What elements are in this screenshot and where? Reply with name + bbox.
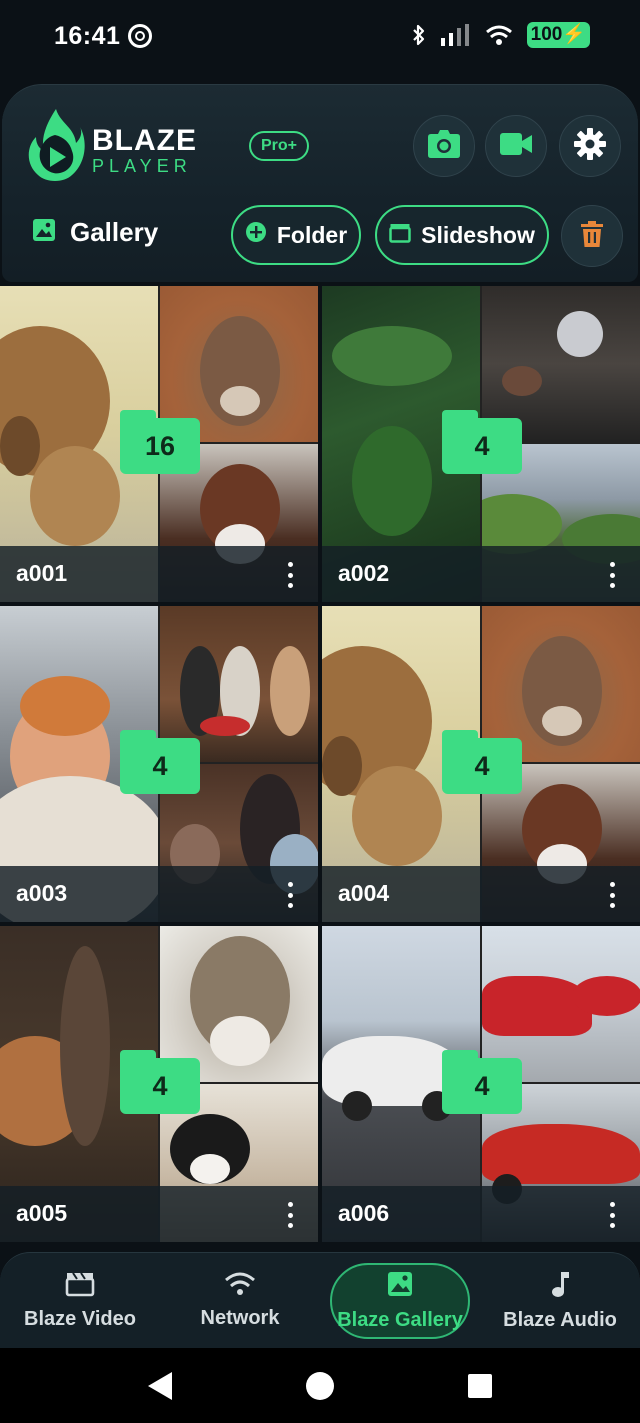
tile-footer: a001: [0, 546, 318, 602]
page-title: Gallery: [32, 217, 158, 248]
status-icons: 100⚡: [411, 22, 590, 48]
folder-count-badge: 4: [442, 730, 522, 794]
add-folder-button[interactable]: Folder: [231, 205, 361, 265]
app-subtitle: PLAYER: [92, 156, 192, 176]
folder-count-badge: 4: [442, 410, 522, 474]
battery-level: 100: [530, 24, 563, 45]
gallery-title: Gallery: [70, 217, 159, 247]
delete-button[interactable]: [561, 205, 623, 267]
camera-button[interactable]: [413, 115, 475, 177]
wifi-icon: [224, 1272, 256, 1301]
gear-icon: [574, 127, 606, 165]
settings-button[interactable]: [559, 115, 621, 177]
trash-icon: [581, 220, 603, 252]
more-options-icon[interactable]: [278, 560, 302, 590]
status-time: 16:41: [54, 22, 121, 50]
video-record-button[interactable]: [485, 115, 547, 177]
clapperboard-icon: [65, 1271, 95, 1302]
back-icon[interactable]: [148, 1372, 172, 1400]
nav-label: Blaze Gallery: [337, 1309, 463, 1331]
folder-count: 16: [120, 418, 200, 474]
folder-count-badge: 4: [442, 1050, 522, 1114]
header-card: BLAZE PLAYER Pro+ Gallery Folder Slidesh…: [2, 84, 638, 282]
tile-footer: a006: [322, 1186, 640, 1242]
nav-blaze-gallery[interactable]: Blaze Gallery: [330, 1263, 470, 1339]
nav-blaze-audio[interactable]: Blaze Audio: [490, 1263, 630, 1339]
battery-indicator: 100⚡: [526, 22, 590, 48]
camera-icon: [428, 129, 460, 163]
status-bar: 16:41 100⚡: [0, 0, 640, 76]
folder-button-label: Folder: [276, 221, 348, 248]
tile-footer: a003: [0, 866, 318, 922]
folder-count: 4: [442, 1058, 522, 1114]
recents-icon[interactable]: [468, 1374, 492, 1398]
folder-tile[interactable]: 4 a004: [322, 606, 640, 922]
nav-label: Network: [200, 1307, 280, 1329]
nav-label: Blaze Audio: [503, 1309, 617, 1331]
tile-footer: a002: [322, 546, 640, 602]
bluetooth-icon: [411, 23, 427, 47]
folder-tile[interactable]: 4 a005: [0, 926, 318, 1242]
nav-network[interactable]: Network: [170, 1263, 310, 1339]
pro-badge[interactable]: Pro+: [249, 131, 309, 161]
slideshow-icon: [389, 222, 411, 249]
blaze-flame-logo-icon: [24, 107, 86, 185]
plus-circle-icon: [245, 221, 267, 249]
folder-count: 4: [442, 738, 522, 794]
video-camera-icon: [500, 132, 532, 160]
folder-count-badge: 16: [120, 410, 200, 474]
folder-name: a001: [16, 560, 68, 586]
folder-name: a004: [338, 880, 390, 906]
folder-count: 4: [120, 738, 200, 794]
tile-footer: a005: [0, 1186, 318, 1242]
tile-footer: a004: [322, 866, 640, 922]
image-icon: [386, 1270, 414, 1303]
system-navigation-bar: [0, 1348, 640, 1423]
folder-name: a002: [338, 560, 390, 586]
more-options-icon[interactable]: [600, 880, 624, 910]
folder-count-badge: 4: [120, 730, 200, 794]
folder-name: a003: [16, 880, 68, 906]
folder-name: a006: [338, 1200, 390, 1226]
folder-tile[interactable]: 4 a002: [322, 286, 640, 602]
slideshow-button-label: Slideshow: [421, 221, 535, 248]
app-name: BLAZE: [92, 124, 197, 157]
folder-count: 4: [120, 1058, 200, 1114]
nav-label: Blaze Video: [24, 1308, 136, 1330]
charging-icon: ⚡: [562, 24, 586, 45]
more-options-icon[interactable]: [278, 880, 302, 910]
home-icon[interactable]: [306, 1372, 334, 1400]
notification-target-icon: [128, 24, 152, 48]
image-icon: [32, 218, 56, 247]
wifi-status-icon: [485, 24, 513, 46]
nav-blaze-video[interactable]: Blaze Video: [10, 1263, 150, 1339]
folder-count-badge: 4: [120, 1050, 200, 1114]
slideshow-button[interactable]: Slideshow: [375, 205, 549, 265]
folder-count: 4: [442, 418, 522, 474]
logo-text: BLAZE PLAYER: [92, 124, 197, 177]
folder-tile[interactable]: 4 a006: [322, 926, 640, 1242]
more-options-icon[interactable]: [278, 1200, 302, 1230]
bottom-navigation: Blaze Video Network Blaze Gallery Blaze …: [0, 1252, 640, 1348]
folder-tile[interactable]: 16 a001: [0, 286, 318, 602]
music-note-icon: [549, 1270, 571, 1303]
folder-name: a005: [16, 1200, 68, 1226]
more-options-icon[interactable]: [600, 560, 624, 590]
folder-tile[interactable]: 4 a003: [0, 606, 318, 922]
signal-icon: [440, 24, 471, 46]
more-options-icon[interactable]: [600, 1200, 624, 1230]
